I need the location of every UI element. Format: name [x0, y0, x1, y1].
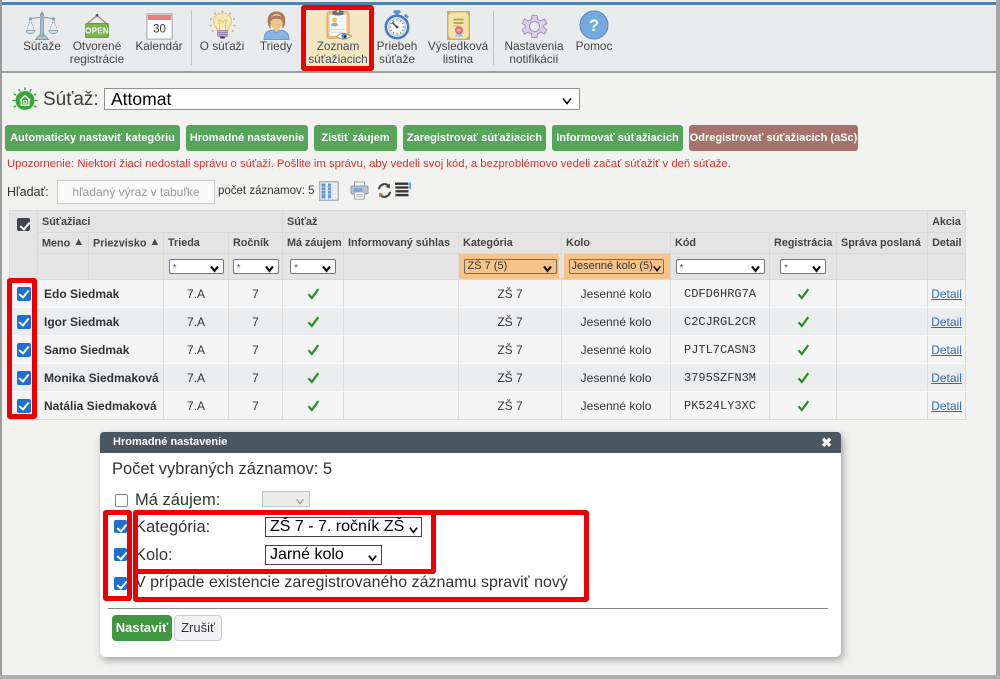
svg-text:OPEN: OPEN — [85, 27, 109, 36]
svg-text:?: ? — [589, 16, 599, 35]
svg-text:30: 30 — [153, 24, 166, 36]
